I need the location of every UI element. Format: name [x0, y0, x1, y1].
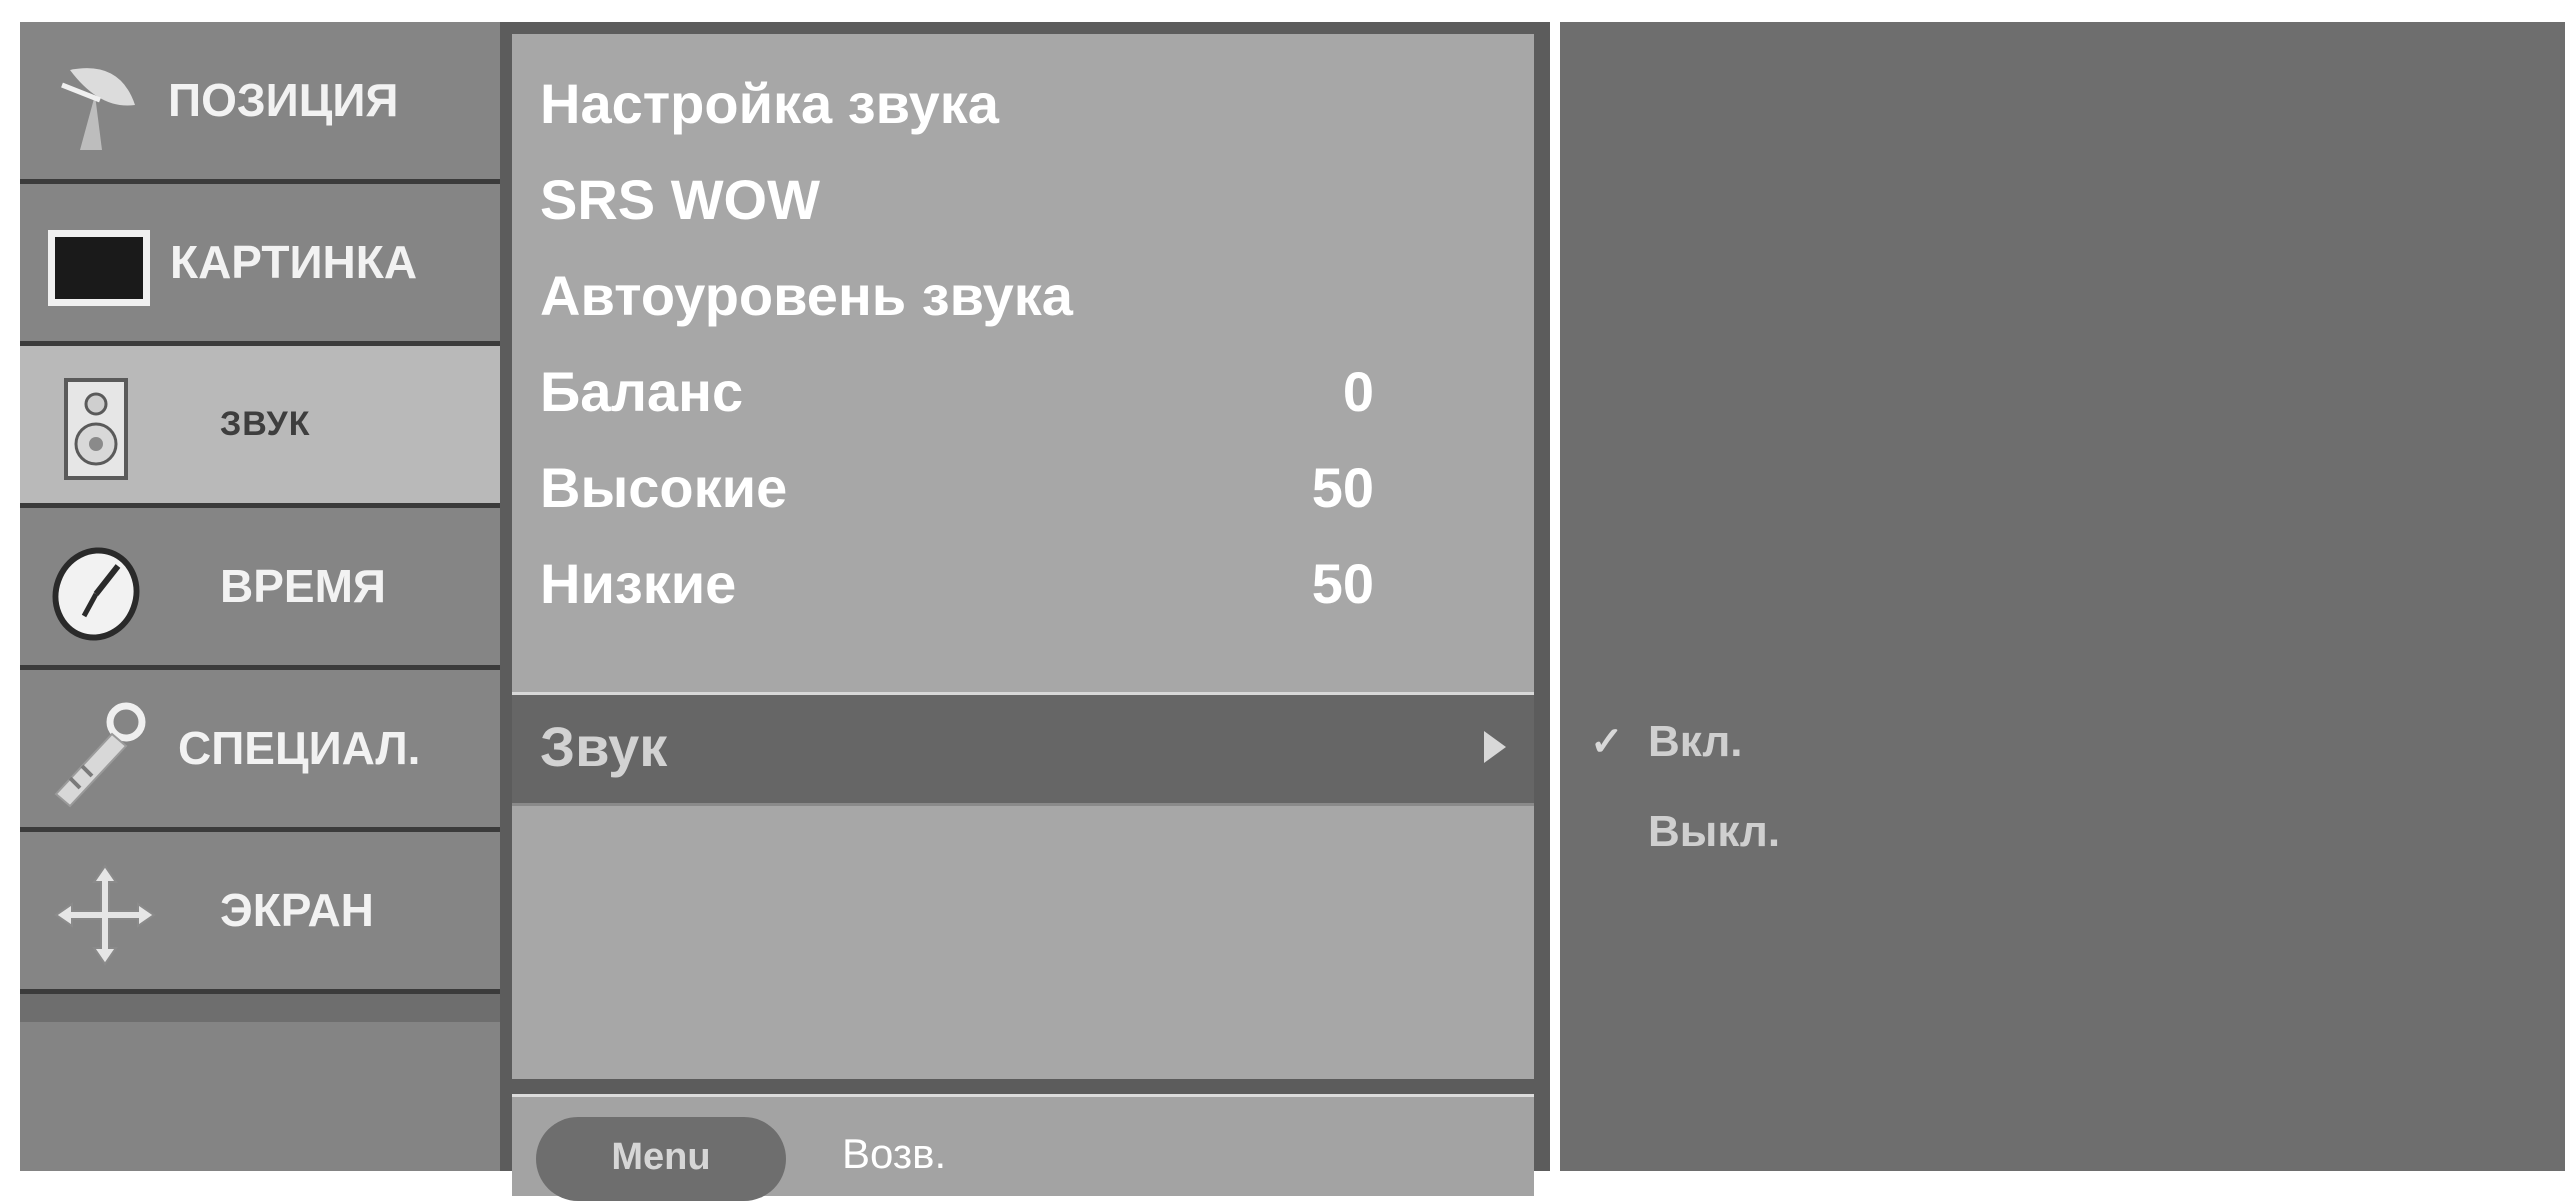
category-sidebar: ПОЗИЦИЯ КАРТИНКА ЗВУК ВРЕМЯ СПЕЦИАЛ. ЭКР… — [20, 22, 500, 1171]
menu-item-label: Баланс — [540, 360, 744, 423]
menu-item-value: 0 — [1342, 360, 1374, 423]
sidebar-item-special[interactable]: СПЕЦИАЛ. — [20, 670, 500, 832]
sidebar-item-label: КАРТИНКА — [170, 236, 418, 288]
submenu-arrow-icon — [1484, 731, 1506, 763]
menu-item-label: Звук — [540, 715, 668, 778]
menu-item-auto-volume[interactable]: Автоуровень звука — [512, 246, 1534, 346]
satellite-dish-icon — [61, 68, 135, 150]
submenu-option-off[interactable]: Выкл. — [1648, 792, 1780, 872]
menu-item-srs-wow[interactable]: SRS WOW — [512, 150, 1534, 250]
sidebar-item-screen[interactable]: ЭКРАН — [20, 832, 500, 994]
sidebar-item-label: ЗВУК — [220, 405, 311, 443]
sound-output-submenu: ✓ Вкл. Выкл. — [1560, 22, 2565, 1171]
menu-item-label: Автоуровень звука — [540, 264, 1073, 327]
sidebar-item-label: ЭКРАН — [220, 884, 374, 936]
sidebar-item-position[interactable]: ПОЗИЦИЯ — [20, 22, 500, 184]
sound-menu-list: Настройка звука SRS WOW Автоуровень звук… — [512, 34, 1534, 1079]
menu-back-button[interactable]: Menu — [536, 1117, 786, 1201]
menu-item-sound-output[interactable]: Звук — [512, 692, 1534, 806]
sidebar-item-label: ПОЗИЦИЯ — [168, 74, 399, 126]
menu-footer: Menu Возв. — [512, 1094, 1534, 1201]
menu-item-value: 50 — [1311, 552, 1374, 615]
move-arrows-icon — [54, 864, 156, 966]
clock-icon — [52, 547, 140, 641]
speaker-icon — [64, 378, 128, 480]
sound-menu-panel: Настройка звука SRS WOW Автоуровень звук… — [500, 22, 1550, 1201]
menu-item-value: 50 — [1311, 456, 1374, 519]
sidebar-item-label: СПЕЦИАЛ. — [178, 722, 421, 774]
sidebar-item-time[interactable]: ВРЕМЯ — [20, 508, 500, 670]
sidebar-item-picture[interactable]: КАРТИНКА — [20, 184, 500, 346]
menu-item-label: Высокие — [540, 456, 788, 519]
menu-item-treble[interactable]: Высокие 50 — [512, 438, 1534, 538]
key-icon — [54, 702, 146, 808]
menu-item-label: SRS WOW — [540, 168, 820, 231]
tv-screen-icon — [48, 230, 150, 306]
checkmark-icon: ✓ — [1590, 720, 1624, 764]
sidebar-filler — [20, 1022, 500, 1171]
menu-item-label: Настройка звука — [540, 72, 999, 135]
menu-item-sound-setting[interactable]: Настройка звука — [512, 54, 1534, 154]
menu-item-bass[interactable]: Низкие 50 — [512, 534, 1534, 634]
menu-item-balance[interactable]: Баланс 0 — [512, 342, 1534, 442]
sidebar-item-label: ВРЕМЯ — [220, 560, 386, 612]
menu-item-label: Низкие — [540, 552, 737, 615]
tv-osd-screen: ПОЗИЦИЯ КАРТИНКА ЗВУК ВРЕМЯ СПЕЦИАЛ. ЭКР… — [0, 0, 2565, 1201]
sidebar-item-sound[interactable]: ЗВУК — [20, 346, 500, 508]
back-hint-label: Возв. — [842, 1130, 947, 1177]
submenu-option-on[interactable]: Вкл. — [1648, 702, 1743, 782]
